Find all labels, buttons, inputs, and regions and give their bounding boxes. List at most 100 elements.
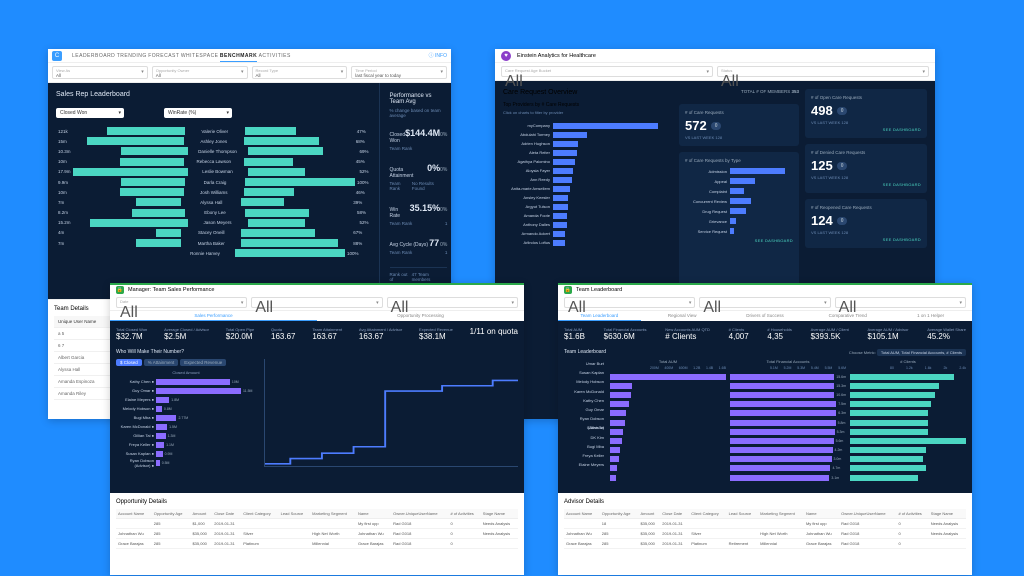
col-header-fa: Total Financial Accounts bbox=[730, 359, 846, 364]
filter-select[interactable]: Record TypeAll bbox=[252, 66, 348, 79]
advisor-details-table[interactable]: Account NameOpportunity AgeAmountClose D… bbox=[564, 509, 966, 549]
filter-select[interactable]: DateAll bbox=[116, 297, 247, 308]
kpi: Total Open Pipe$20.0M bbox=[226, 327, 254, 341]
navbar: C LEADERBOARD TRENDING FORECAST WHITESPA… bbox=[48, 49, 451, 63]
filter-select[interactable]: View AsAll bbox=[52, 66, 148, 79]
see-dashboard-link[interactable]: SEE DASHBOARD bbox=[811, 182, 921, 187]
kpi: 1/11 on quota bbox=[470, 327, 518, 341]
filter-bar: View AsAll Opportunity OwnerAll Record Typ… bbox=[48, 63, 451, 83]
filter-bar: All All All bbox=[558, 295, 972, 311]
see-dashboard-link[interactable]: SEE DASHBOARD bbox=[685, 238, 793, 243]
providers-title: Top Providers by # Care Requests bbox=[503, 102, 673, 108]
chip[interactable]: $ Closed bbox=[116, 359, 142, 366]
table-row[interactable]: 18$35,0002019-01-31My first oppRad G0180… bbox=[564, 519, 966, 529]
kpi: Total Closed Won$32.7M bbox=[116, 327, 147, 341]
table-row[interactable]: Johnathan Wu285$35,0002019-01-31SilverHi… bbox=[564, 529, 966, 539]
header: 🔒Manager: Team Sales Performance bbox=[110, 283, 524, 295]
team-leaderboard-window: 🔒Team Leaderboard All All All Team Leaderb… bbox=[558, 283, 972, 575]
nav-tab[interactable]: TRENDING bbox=[117, 53, 147, 59]
leaderboard-subtitle: Team Leaderboard bbox=[564, 349, 606, 355]
filter-bar: DateAll All All bbox=[110, 295, 524, 311]
advisor-name: Kathy Chen bbox=[564, 396, 606, 405]
advisor-name: Karen McDonald bbox=[564, 387, 606, 396]
see-dashboard-link[interactable]: SEE DASHBOARD bbox=[811, 127, 921, 132]
app-title: Team Leaderboard bbox=[576, 287, 622, 293]
closed-amount-label: Closed Amount bbox=[116, 370, 256, 375]
filter-bar: Care Request Age BucketAll StatusAll bbox=[495, 63, 935, 81]
header: 🔒Team Leaderboard bbox=[558, 283, 972, 295]
filter-select[interactable]: All bbox=[564, 297, 695, 308]
card-metric: # of Open Care Requests 4980 VS LAST WEE… bbox=[805, 89, 927, 138]
closed-won-time-chart[interactable] bbox=[264, 359, 518, 467]
card-label: # of Care Requests bbox=[685, 110, 793, 115]
perf-metric: Avg Cycle (Days)770% Team Rank1 bbox=[390, 238, 448, 255]
kpi: Average AUM / Client$393.5K bbox=[811, 327, 849, 341]
opp-details-table[interactable]: Account NameOpportunity AgeAmountClose D… bbox=[116, 509, 518, 549]
chip[interactable]: Expected Revenue bbox=[180, 359, 226, 366]
table-row[interactable]: 285$1,0002019-01-31My first oppRad G0180… bbox=[116, 519, 518, 529]
nav-tab[interactable]: LEADERBOARD bbox=[72, 53, 115, 59]
leaderboard-chart[interactable]: 121k Valerie Oliver 47% 15m Ashley Jones… bbox=[56, 126, 371, 258]
metric-select[interactable]: Total AUM, Total Financial Accounts, # C… bbox=[877, 349, 966, 356]
card-total-requests: # of Care Requests 572 0 VS LAST WEEK 128 bbox=[679, 104, 799, 146]
filter-select[interactable]: Opportunity OwnerAll bbox=[152, 66, 248, 79]
filter-select[interactable]: All bbox=[699, 297, 830, 308]
nav-tab[interactable]: BENCHMARK bbox=[220, 53, 257, 62]
filter-select[interactable]: StatusAll bbox=[717, 66, 929, 77]
types-label: # of Care Requests by Type bbox=[685, 158, 793, 163]
rank-value: 47 Team members bbox=[412, 272, 448, 282]
closed-amount-chart[interactable]: Kathy Chen ●10M Guy Omar ●11.5M Elaine M… bbox=[116, 377, 256, 467]
filter-select[interactable]: All bbox=[387, 297, 518, 308]
kpi: Team Attainment163.67 bbox=[312, 327, 342, 341]
card-metric: # of Reopened Care Requests 1240 VS LAST… bbox=[805, 199, 927, 248]
metric-label: Choose Metric: bbox=[849, 350, 876, 355]
chip[interactable]: % Attainment bbox=[144, 359, 179, 366]
team-sales-window: 🔒Manager: Team Sales Performance DateAll… bbox=[110, 283, 524, 575]
kpi: Average Closed / Advisor$2.5M bbox=[164, 327, 209, 341]
metric-select-left[interactable]: Closed Won bbox=[56, 108, 124, 118]
question-title: Who Will Make Their Number? bbox=[116, 349, 518, 355]
nav-tab[interactable]: WHITESPACE bbox=[181, 53, 219, 59]
advisor-details-title: Advisor Details bbox=[564, 499, 966, 505]
table-row[interactable]: Johnathan Wu285$35,0002019-01-31SilverHi… bbox=[116, 529, 518, 539]
kpi: Total Financial Accounts$630.6M bbox=[604, 327, 647, 341]
advisor-name: Bugi Mba bbox=[564, 442, 606, 451]
opp-details-title: Opportunity Details bbox=[116, 499, 518, 505]
providers-chart[interactable]: myCompany Abdulahi Tormey Adrien Hughson… bbox=[503, 121, 673, 247]
card-badge: 0 bbox=[711, 122, 722, 130]
advisor-name: Gillian Tai bbox=[564, 423, 606, 432]
filter-select[interactable]: All bbox=[835, 297, 966, 308]
card-sub: VS LAST WEEK 128 bbox=[685, 135, 793, 140]
filter-select[interactable]: Time Periodlast fiscal year to today bbox=[351, 66, 447, 79]
providers-hint: Click on charts to filter by provider bbox=[503, 110, 673, 115]
perf-metric: Quota Attainment0%0% Team RankNo Results… bbox=[390, 163, 448, 191]
table-row[interactable]: Grace Barajas285$35,0002019-01-31Platinu… bbox=[116, 539, 518, 549]
card-metric: # of Denied Care Requests 1250 VS LAST W… bbox=[805, 144, 927, 193]
col-header-aum: Total AUM bbox=[610, 359, 726, 364]
perf-subtitle: % change based on team average bbox=[390, 108, 448, 118]
info-link[interactable]: ⓘ INFO bbox=[429, 52, 447, 59]
metric-select-right[interactable]: WinRate (%) bbox=[164, 108, 232, 118]
filter-select[interactable]: All bbox=[251, 297, 382, 308]
kpi: Expected Revenue$38.1M bbox=[419, 327, 453, 341]
filter-select[interactable]: Care Request Age BucketAll bbox=[501, 66, 713, 77]
healthcare-icon: ♥ bbox=[501, 51, 511, 61]
types-chart[interactable]: Admission Appeal Complaint Concurrent Re… bbox=[685, 166, 793, 236]
table-row[interactable]: Grace Barajas285$35,0002019-01-31Platinu… bbox=[564, 539, 966, 549]
advisor-name: Guy Omar bbox=[564, 405, 606, 414]
kpi: Avg Attainment / Advisor163.67 bbox=[359, 327, 402, 341]
advisor-name: Susan Kaplan bbox=[564, 368, 606, 377]
nav-tab[interactable]: FORECAST bbox=[148, 53, 179, 59]
kpi-row: Total AUM$1.6B Total Financial Accounts$6… bbox=[564, 327, 966, 341]
kpi: Total AUM$1.6B bbox=[564, 327, 585, 341]
advisor-name: Ryan Dobson (Advisor) bbox=[564, 414, 606, 423]
card-value: 572 bbox=[685, 118, 707, 133]
kpi: Average Wallet Share45.2% bbox=[927, 327, 966, 341]
nav-tab[interactable]: ACTIVITIES bbox=[259, 53, 291, 59]
kpi: # Clients4,007 bbox=[729, 327, 749, 341]
advisor-name: Freya Keller bbox=[564, 451, 606, 460]
kpi: Quota163.67 bbox=[271, 327, 295, 341]
see-dashboard-link[interactable]: SEE DASHBOARD bbox=[811, 237, 921, 242]
section-title: Sales Rep Leaderboard bbox=[56, 91, 371, 98]
perf-title: Performance vs Team Avg bbox=[390, 93, 448, 105]
